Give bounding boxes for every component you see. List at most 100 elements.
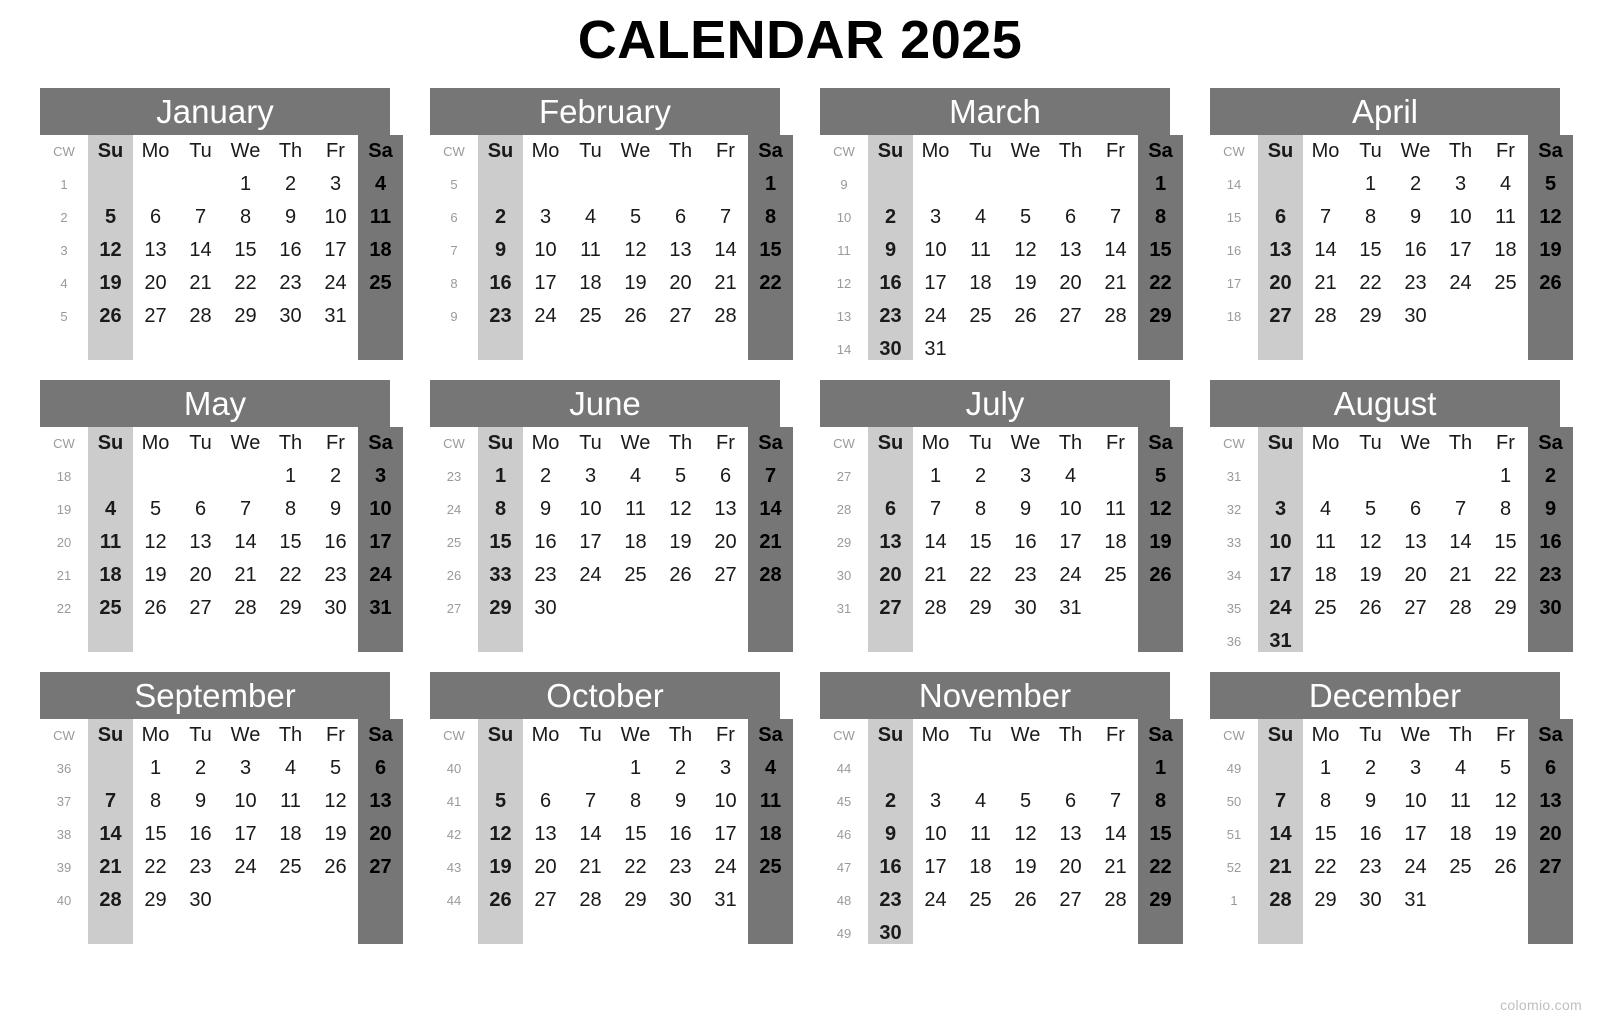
day-cell[interactable]: 5: [658, 460, 703, 493]
day-cell[interactable]: 10: [703, 785, 748, 818]
day-cell[interactable]: 11: [748, 785, 793, 818]
day-cell[interactable]: 16: [868, 267, 913, 300]
day-cell[interactable]: 28: [1093, 300, 1138, 333]
day-cell[interactable]: 6: [1393, 493, 1438, 526]
day-cell[interactable]: 5: [1138, 460, 1183, 493]
day-cell[interactable]: 5: [88, 201, 133, 234]
day-cell[interactable]: 17: [358, 526, 403, 559]
day-cell[interactable]: 15: [1138, 818, 1183, 851]
day-cell[interactable]: 5: [1348, 493, 1393, 526]
day-cell[interactable]: 29: [223, 300, 268, 333]
day-cell[interactable]: 14: [748, 493, 793, 526]
day-cell[interactable]: 6: [1258, 201, 1303, 234]
day-cell[interactable]: 23: [478, 300, 523, 333]
day-cell[interactable]: 7: [88, 785, 133, 818]
day-cell[interactable]: 11: [568, 234, 613, 267]
day-cell[interactable]: 21: [1438, 559, 1483, 592]
day-cell[interactable]: 1: [223, 168, 268, 201]
day-cell[interactable]: 26: [658, 559, 703, 592]
day-cell[interactable]: 19: [1138, 526, 1183, 559]
day-cell[interactable]: 10: [913, 234, 958, 267]
day-cell[interactable]: 18: [568, 267, 613, 300]
day-cell[interactable]: 26: [1483, 851, 1528, 884]
day-cell[interactable]: 12: [1483, 785, 1528, 818]
day-cell[interactable]: 31: [913, 333, 958, 366]
day-cell[interactable]: 19: [313, 818, 358, 851]
day-cell[interactable]: 14: [1093, 818, 1138, 851]
day-cell[interactable]: 7: [568, 785, 613, 818]
day-cell[interactable]: 13: [133, 234, 178, 267]
day-cell[interactable]: 26: [1528, 267, 1573, 300]
day-cell[interactable]: 24: [1438, 267, 1483, 300]
day-cell[interactable]: 24: [523, 300, 568, 333]
day-cell[interactable]: 8: [478, 493, 523, 526]
day-cell[interactable]: 11: [268, 785, 313, 818]
day-cell[interactable]: 4: [358, 168, 403, 201]
day-cell[interactable]: 3: [913, 201, 958, 234]
day-cell[interactable]: 25: [1483, 267, 1528, 300]
day-cell[interactable]: 11: [958, 234, 1003, 267]
day-cell[interactable]: 3: [523, 201, 568, 234]
day-cell[interactable]: 22: [133, 851, 178, 884]
day-cell[interactable]: 19: [658, 526, 703, 559]
day-cell[interactable]: 29: [1138, 884, 1183, 917]
day-cell[interactable]: 9: [268, 201, 313, 234]
day-cell[interactable]: 31: [313, 300, 358, 333]
day-cell[interactable]: 14: [568, 818, 613, 851]
day-cell[interactable]: 30: [178, 884, 223, 917]
day-cell[interactable]: 14: [703, 234, 748, 267]
day-cell[interactable]: 17: [1438, 234, 1483, 267]
day-cell[interactable]: 20: [178, 559, 223, 592]
day-cell[interactable]: 22: [1138, 267, 1183, 300]
day-cell[interactable]: 20: [1393, 559, 1438, 592]
day-cell[interactable]: 13: [358, 785, 403, 818]
day-cell[interactable]: 20: [1528, 818, 1573, 851]
day-cell[interactable]: 3: [1438, 168, 1483, 201]
day-cell[interactable]: 2: [868, 785, 913, 818]
day-cell[interactable]: 22: [1138, 851, 1183, 884]
day-cell[interactable]: 10: [1048, 493, 1093, 526]
day-cell[interactable]: 13: [1393, 526, 1438, 559]
day-cell[interactable]: 20: [703, 526, 748, 559]
day-cell[interactable]: 22: [1348, 267, 1393, 300]
day-cell[interactable]: 27: [178, 592, 223, 625]
day-cell[interactable]: 23: [268, 267, 313, 300]
day-cell[interactable]: 30: [1528, 592, 1573, 625]
day-cell[interactable]: 27: [1048, 300, 1093, 333]
day-cell[interactable]: 17: [1048, 526, 1093, 559]
day-cell[interactable]: 6: [1048, 785, 1093, 818]
day-cell[interactable]: 3: [313, 168, 358, 201]
day-cell[interactable]: 3: [1258, 493, 1303, 526]
day-cell[interactable]: 19: [1483, 818, 1528, 851]
day-cell[interactable]: 16: [1393, 234, 1438, 267]
day-cell[interactable]: 6: [358, 752, 403, 785]
day-cell[interactable]: 13: [703, 493, 748, 526]
day-cell[interactable]: 18: [1438, 818, 1483, 851]
day-cell[interactable]: 16: [178, 818, 223, 851]
day-cell[interactable]: 24: [223, 851, 268, 884]
day-cell[interactable]: 10: [1438, 201, 1483, 234]
day-cell[interactable]: 4: [88, 493, 133, 526]
day-cell[interactable]: 17: [703, 818, 748, 851]
day-cell[interactable]: 16: [1528, 526, 1573, 559]
day-cell[interactable]: 26: [313, 851, 358, 884]
day-cell[interactable]: 11: [958, 818, 1003, 851]
day-cell[interactable]: 27: [1258, 300, 1303, 333]
day-cell[interactable]: 6: [1048, 201, 1093, 234]
day-cell[interactable]: 24: [1393, 851, 1438, 884]
day-cell[interactable]: 6: [133, 201, 178, 234]
day-cell[interactable]: 21: [178, 267, 223, 300]
day-cell[interactable]: 7: [748, 460, 793, 493]
day-cell[interactable]: 16: [1348, 818, 1393, 851]
day-cell[interactable]: 9: [868, 234, 913, 267]
day-cell[interactable]: 2: [658, 752, 703, 785]
day-cell[interactable]: 24: [913, 300, 958, 333]
day-cell[interactable]: 5: [1483, 752, 1528, 785]
day-cell[interactable]: 2: [268, 168, 313, 201]
day-cell[interactable]: 11: [358, 201, 403, 234]
day-cell[interactable]: 4: [1438, 752, 1483, 785]
day-cell[interactable]: 18: [958, 851, 1003, 884]
day-cell[interactable]: 16: [523, 526, 568, 559]
day-cell[interactable]: 20: [1258, 267, 1303, 300]
day-cell[interactable]: 5: [1003, 201, 1048, 234]
